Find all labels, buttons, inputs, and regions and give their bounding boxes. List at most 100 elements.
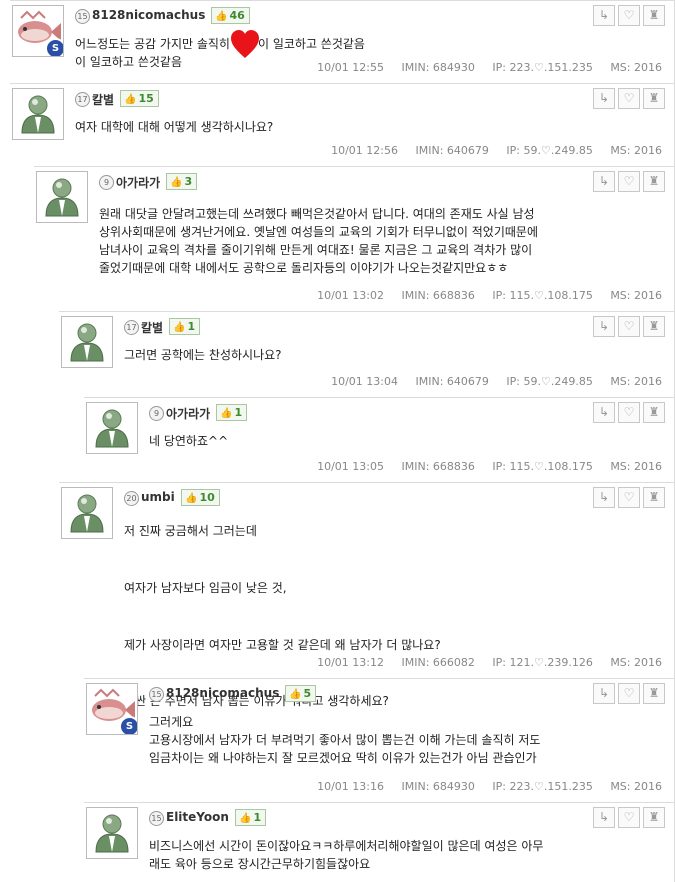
comment-date: 10/01 13:12 [317, 656, 384, 669]
comment-text-part: 어느정도는 공감 가지만 솔직히 [75, 37, 230, 51]
heart-outline-icon[interactable]: ♡ [618, 683, 640, 704]
nickname[interactable]: 8128nicomachus [92, 8, 205, 22]
comment-meta: 10/01 13:04 IMIN: 640679 IP: 59.♡.249.85… [331, 375, 662, 388]
ms-value: 2016 [634, 61, 662, 74]
ip-label: IP: [492, 61, 506, 74]
comment-line: 고용시장에서 남자가 더 부려먹기 좋아서 많이 뽑는건 이해 가는데 솔직히 … [149, 733, 541, 747]
siren-icon[interactable]: ♜ [643, 402, 665, 423]
imin-label: IMIN: [401, 780, 430, 793]
likes-count: 15 [138, 92, 154, 105]
ip-label: IP: [506, 375, 520, 388]
comment-actions: ↳ ♡ ♜ [593, 88, 665, 109]
heart-outline-icon[interactable]: ♡ [618, 171, 640, 192]
nickname[interactable]: 아가라가 [166, 405, 210, 422]
reply-arrow-icon[interactable]: ↳ [593, 171, 615, 192]
siren-icon[interactable]: ♜ [643, 487, 665, 508]
ms-label: MS: [610, 375, 631, 388]
thumbs-up-icon: 👍 [220, 408, 233, 419]
heart-outline-icon[interactable]: ♡ [618, 487, 640, 508]
siren-icon[interactable]: ♜ [643, 807, 665, 828]
comment-item: 9 아가라가 👍 3 ↳ ♡ ♜ 원래 대닷글 안달려고했는데 쓰려했다 빼먹은것같아서 답니… [34, 166, 675, 311]
comment-actions: ↳ ♡ ♜ [593, 402, 665, 423]
ms-label: MS: [610, 289, 631, 302]
reply-arrow-icon[interactable]: ↳ [593, 88, 615, 109]
siren-icon[interactable]: ♜ [643, 316, 665, 337]
likes-badge[interactable]: 👍 1 [169, 318, 201, 335]
thumbs-up-icon: 👍 [215, 11, 228, 22]
reply-arrow-icon[interactable]: ↳ [593, 487, 615, 508]
nickname[interactable]: umbi [141, 490, 175, 504]
heart-outline-icon[interactable]: ♡ [618, 88, 640, 109]
reply-arrow-icon[interactable]: ↳ [593, 316, 615, 337]
level-badge: 9 [99, 175, 114, 190]
avatar[interactable] [36, 171, 88, 223]
imin-value: 666082 [432, 656, 475, 669]
comment-date: 10/01 12:55 [317, 61, 384, 74]
avatar[interactable] [12, 88, 64, 140]
avatar[interactable] [86, 807, 138, 859]
comment-meta: 10/01 13:16 IMIN: 684930 IP: 223.♡.151.2… [317, 780, 662, 793]
avatar[interactable]: S [12, 5, 64, 57]
nickname[interactable]: 칼별 [141, 319, 163, 336]
nickname[interactable]: EliteYoon [166, 810, 229, 824]
likes-badge[interactable]: 👍 46 [211, 7, 250, 24]
comment-line: 남녀사이 교육의 격차를 줄이기위해 만든게 여대죠! 물론 지금은 그 교육의… [99, 243, 533, 257]
reply-arrow-icon[interactable]: ↳ [593, 5, 615, 26]
likes-badge[interactable]: 👍 1 [216, 404, 248, 421]
siren-icon[interactable]: ♜ [643, 683, 665, 704]
heart-outline-icon[interactable]: ♡ [618, 402, 640, 423]
comment-meta: 10/01 12:55 IMIN: 684930 IP: 223.♡.151.2… [317, 61, 662, 74]
thumbs-up-icon: 👍 [239, 813, 252, 824]
comment-actions: ↳ ♡ ♜ [593, 5, 665, 26]
imin-value: 668836 [432, 289, 475, 302]
likes-badge[interactable]: 👍 3 [166, 173, 198, 190]
nickname[interactable]: 8128nicomachus [166, 686, 279, 700]
ms-value: 2016 [634, 144, 662, 157]
avatar[interactable] [61, 487, 113, 539]
comment-body: 그러면 공학에는 찬성하시나요? [124, 346, 282, 364]
nickname[interactable]: 칼별 [92, 91, 114, 108]
ms-label: MS: [610, 144, 631, 157]
comment-date: 10/01 13:05 [317, 460, 384, 473]
comment-line: 줄었기때문에 대학 내에서도 공학으로 돌리자등의 이야기가 나오는것같지만요ㅎ… [99, 261, 509, 275]
avatar[interactable]: S [86, 683, 138, 735]
comment-date: 10/01 12:56 [331, 144, 398, 157]
siren-icon[interactable]: ♜ [643, 88, 665, 109]
imin-label: IMIN: [401, 289, 430, 302]
likes-badge[interactable]: 👍 5 [285, 685, 317, 702]
heart-outline-icon[interactable]: ♡ [618, 316, 640, 337]
comment-line: 원래 대닷글 안달려고했는데 쓰려했다 빼먹은것같아서 답니다. 여대의 존재도… [99, 207, 535, 221]
heart-outline-icon[interactable]: ♡ [618, 807, 640, 828]
avatar[interactable] [61, 316, 113, 368]
likes-count: 1 [253, 811, 262, 824]
ms-value: 2016 [634, 460, 662, 473]
siren-icon[interactable]: ♜ [643, 5, 665, 26]
comment-line: 그러게요 [149, 715, 194, 729]
thumbs-up-icon: 👍 [289, 689, 302, 700]
ip-label: IP: [492, 656, 506, 669]
thumbs-up-icon: 👍 [124, 94, 137, 105]
comment-line: 여자가 남자보다 임금이 낮은 것, [124, 580, 287, 595]
comment-line: 비즈니스에선 시간이 돈이잖아요ㅋㅋ하루에처리해야할일이 많은데 여성은 아무 [149, 839, 544, 853]
imin-value: 640679 [446, 375, 489, 388]
reply-arrow-icon[interactable]: ↳ [593, 683, 615, 704]
avatar[interactable] [86, 402, 138, 454]
nickname[interactable]: 아가라가 [116, 174, 160, 191]
ms-label: MS: [610, 460, 631, 473]
level-badge: 9 [149, 406, 164, 421]
comment-meta: 10/01 12:56 IMIN: 640679 IP: 59.♡.249.85… [331, 144, 662, 157]
likes-badge[interactable]: 👍 1 [235, 809, 267, 826]
comment-item: 17 칼별 👍 1 ↳ ♡ ♜ 그러면 공학에는 찬성하시나요? 10/01 13:04 IMI… [59, 311, 675, 397]
comment-actions: ↳ ♡ ♜ [593, 487, 665, 508]
heart-outline-icon[interactable]: ♡ [618, 5, 640, 26]
siren-icon[interactable]: ♜ [643, 171, 665, 192]
ip-value: 223.♡.151.235 [509, 780, 593, 793]
likes-badge[interactable]: 👍 15 [120, 90, 159, 107]
likes-badge[interactable]: 👍 10 [181, 489, 220, 506]
comment-item: 15 EliteYoon 👍 1 ↳ ♡ ♜ 비즈니스에선 시간이 돈이잖아요ㅋㅋ하루에처리해… [84, 802, 675, 882]
level-badge: 17 [124, 320, 139, 335]
comment-actions: ↳ ♡ ♜ [593, 316, 665, 337]
reply-arrow-icon[interactable]: ↳ [593, 807, 615, 828]
imin-value: 684930 [432, 61, 475, 74]
reply-arrow-icon[interactable]: ↳ [593, 402, 615, 423]
